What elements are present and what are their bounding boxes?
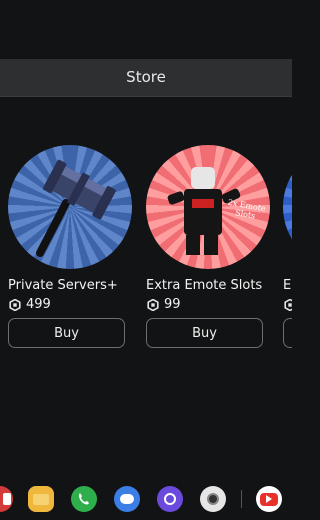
camera-icon[interactable] <box>200 486 226 512</box>
robux-icon <box>9 299 21 311</box>
page-title: Store <box>126 68 166 86</box>
hammer-icon <box>36 159 116 257</box>
dock-divider <box>241 490 242 508</box>
item-image[interactable] <box>8 145 132 269</box>
buy-button[interactable]: Buy <box>146 318 263 348</box>
store-header: Store <box>0 59 292 97</box>
internet-icon[interactable] <box>157 486 183 512</box>
price-value: 99 <box>164 297 181 312</box>
phone-glyph-icon <box>79 493 89 505</box>
phone-icon[interactable] <box>71 486 97 512</box>
store-item-partial: E <box>283 145 292 355</box>
item-image[interactable] <box>283 145 292 269</box>
robux-icon <box>284 299 292 311</box>
store-item-extra-emote-slots: 2x Emote Slots Extra Emote Slots 99 Buy <box>146 145 276 348</box>
buy-button[interactable]: Buy <box>8 318 125 348</box>
youtube-icon[interactable] <box>256 486 282 512</box>
robux-icon <box>147 299 159 311</box>
price-value: 499 <box>26 297 51 312</box>
files-icon[interactable] <box>28 486 54 512</box>
item-image[interactable]: 2x Emote Slots <box>146 145 270 269</box>
item-name: Extra Emote Slots <box>146 278 263 293</box>
item-name: Private Servers+ <box>8 278 118 293</box>
app-dock <box>0 478 292 520</box>
item-name: E <box>283 278 292 293</box>
messages-icon[interactable] <box>114 486 140 512</box>
store-item-private-servers: Private Servers+ 499 Buy <box>8 145 138 348</box>
buy-button[interactable] <box>283 318 292 348</box>
app-red-icon[interactable] <box>0 486 13 512</box>
